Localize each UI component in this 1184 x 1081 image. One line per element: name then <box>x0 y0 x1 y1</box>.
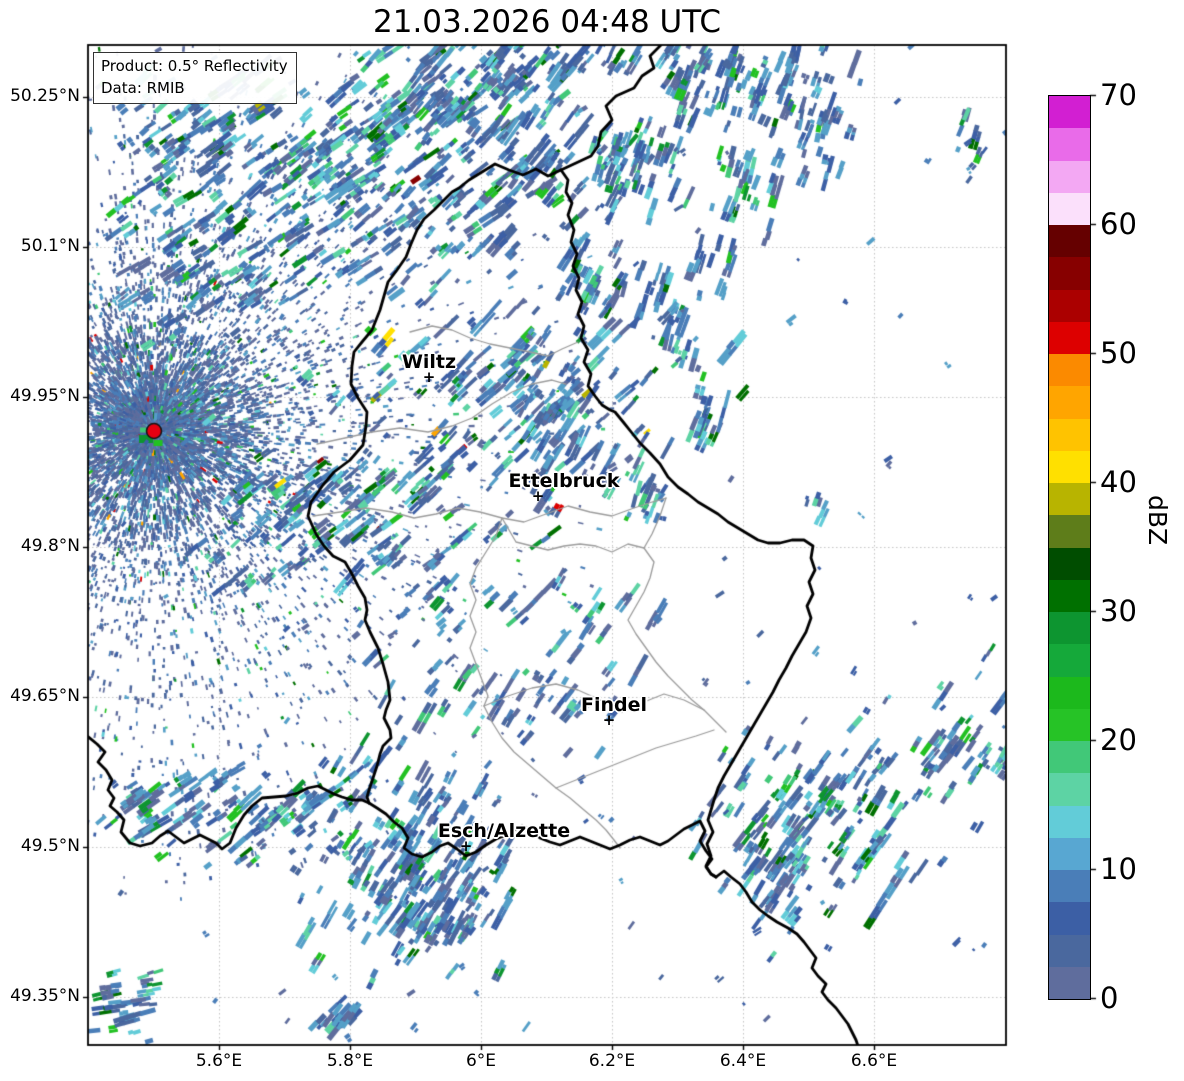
colorbar-segment <box>1049 418 1090 451</box>
colorbar-segment <box>1049 321 1090 354</box>
city-marker-icon: + <box>422 368 436 387</box>
colorbar-segment <box>1049 805 1090 838</box>
city-marker-icon: + <box>531 487 545 506</box>
colorbar-segment <box>1049 225 1090 258</box>
colorbar-tick-70: 70 <box>1100 78 1137 112</box>
colorbar-segment <box>1049 483 1090 516</box>
radar-app-window: { "title": "21.03.2026 04:48 UTC", "info… <box>0 0 1184 1081</box>
colorbar-segment <box>1049 934 1090 967</box>
colorbar-segment <box>1049 612 1090 645</box>
radar-map-canvas <box>0 0 1184 1081</box>
city-label-ettelbruck: Ettelbruck <box>508 470 620 492</box>
y-tick-label-1: 50.1°N <box>20 236 80 256</box>
product-info-line1: Product: 0.5° Reflectivity <box>101 57 288 75</box>
y-tick-label-3: 49.8°N <box>20 536 80 556</box>
colorbar-tick-10: 10 <box>1100 852 1137 886</box>
colorbar-segment <box>1049 354 1090 387</box>
colorbar-segment <box>1049 515 1090 548</box>
colorbar-segment <box>1049 579 1090 612</box>
colorbar-segment <box>1049 902 1090 935</box>
y-tick-label-4: 49.65°N <box>10 686 80 706</box>
x-tick-label-4: 6.4°E <box>719 1051 767 1071</box>
colorbar-segment <box>1049 773 1090 806</box>
y-tick-label-0: 50.25°N <box>10 86 80 106</box>
city-marker-icon: + <box>602 711 616 730</box>
colorbar-segment <box>1049 160 1090 193</box>
colorbar-tick-40: 40 <box>1100 465 1137 499</box>
colorbar-segment <box>1049 96 1090 129</box>
colorbar-segment <box>1049 966 1090 999</box>
city-label-esch-alzette: Esch/Alzette <box>437 820 571 842</box>
colorbar-tick-50: 50 <box>1100 336 1137 370</box>
colorbar-segment <box>1049 257 1090 290</box>
colorbar-segment <box>1049 708 1090 741</box>
y-tick-label-2: 49.95°N <box>10 386 80 406</box>
y-tick-label-6: 49.35°N <box>10 986 80 1006</box>
colorbar-segment <box>1049 644 1090 677</box>
colorbar-segment <box>1049 128 1090 161</box>
colorbar-tick-20: 20 <box>1100 723 1137 757</box>
map-title: 21.03.2026 04:48 UTC <box>373 4 721 40</box>
colorbar-segment <box>1049 547 1090 580</box>
colorbar-tick-60: 60 <box>1100 207 1137 241</box>
x-tick-label-0: 5.6°E <box>195 1051 243 1071</box>
colorbar-segment <box>1049 450 1090 483</box>
colorbar-tick-30: 30 <box>1100 594 1137 628</box>
colorbar-segment <box>1049 386 1090 419</box>
colorbar-segment <box>1049 870 1090 903</box>
product-info-box: Product: 0.5° Reflectivity Data: RMIB <box>93 52 297 104</box>
x-tick-label-5: 6.6°E <box>850 1051 898 1071</box>
y-tick-label-5: 49.5°N <box>20 836 80 856</box>
colorbar-unit-label: dBZ <box>1143 495 1172 546</box>
x-tick-label-2: 6°E <box>465 1051 497 1071</box>
colorbar-segment <box>1049 676 1090 709</box>
colorbar-segment <box>1049 837 1090 870</box>
x-tick-label-3: 6.2°E <box>588 1051 636 1071</box>
colorbar-segment <box>1049 192 1090 225</box>
colorbar-segment <box>1049 741 1090 774</box>
colorbar-segment <box>1049 289 1090 322</box>
x-tick-label-1: 5.8°E <box>326 1051 374 1071</box>
product-info-line2: Data: RMIB <box>101 79 185 97</box>
colorbar-tick-0: 0 <box>1100 981 1119 1015</box>
colorbar <box>1048 95 1091 1000</box>
city-marker-icon: + <box>459 837 473 856</box>
